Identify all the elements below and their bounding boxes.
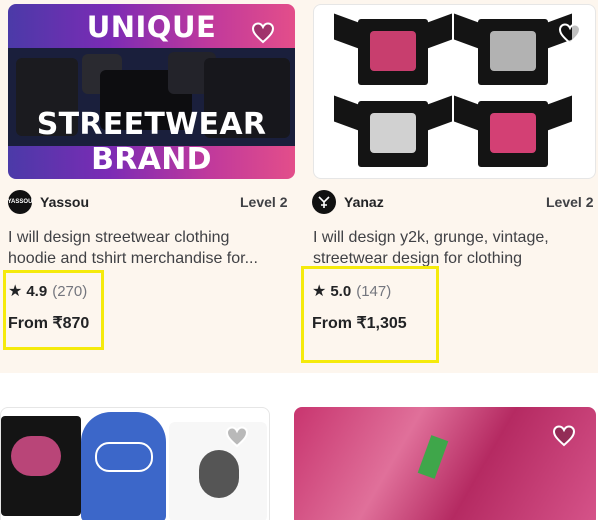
gig-thumbnail[interactable] — [313, 4, 596, 179]
gig-thumbnail[interactable] — [0, 407, 270, 520]
heart-icon[interactable] — [225, 426, 249, 448]
gig-title[interactable]: I will design y2k, grunge, vintage, stre… — [313, 227, 595, 269]
seller-level-badge: Level 2 — [240, 194, 288, 210]
highlight-box — [301, 266, 439, 363]
tshirt-image — [454, 95, 572, 167]
seller-name[interactable]: Yanaz — [344, 194, 384, 210]
seller-avatar[interactable] — [312, 190, 336, 214]
tshirt-image — [334, 13, 452, 85]
gig-title[interactable]: I will design streetwear clothing hoodie… — [8, 227, 288, 269]
tshirt-image — [454, 13, 572, 85]
seller-name[interactable]: Yassou — [40, 194, 89, 210]
gig-title-line: hoodie and tshirt merchandise for... — [8, 250, 258, 267]
heart-icon[interactable] — [251, 22, 275, 44]
image-detail — [417, 435, 449, 479]
tshirt-image — [334, 95, 452, 167]
gig-thumbnail[interactable]: UNIQUE DESIGNS STREETWEAR BRAND — [8, 4, 295, 179]
seller-info[interactable]: Yanaz — [312, 190, 384, 214]
gig-thumbnail[interactable] — [294, 407, 596, 520]
gig-title-line: I will design streetwear clothing — [8, 229, 230, 246]
hoodie-image — [81, 412, 166, 520]
thumbnail-subheadline: STREETWEAR BRAND — [36, 107, 267, 177]
seller-info[interactable]: YASSOU Yassou — [8, 190, 89, 214]
seller-logo-icon — [318, 196, 330, 208]
heart-icon[interactable] — [558, 23, 582, 45]
tshirt-image — [169, 422, 267, 520]
heart-icon[interactable] — [552, 425, 576, 447]
highlight-box — [3, 270, 104, 350]
seller-avatar[interactable]: YASSOU — [8, 190, 32, 214]
seller-level-badge: Level 2 — [546, 194, 594, 210]
gig-title-line: I will design y2k, grunge, vintage, — [313, 229, 549, 246]
tshirt-image — [1, 416, 81, 516]
